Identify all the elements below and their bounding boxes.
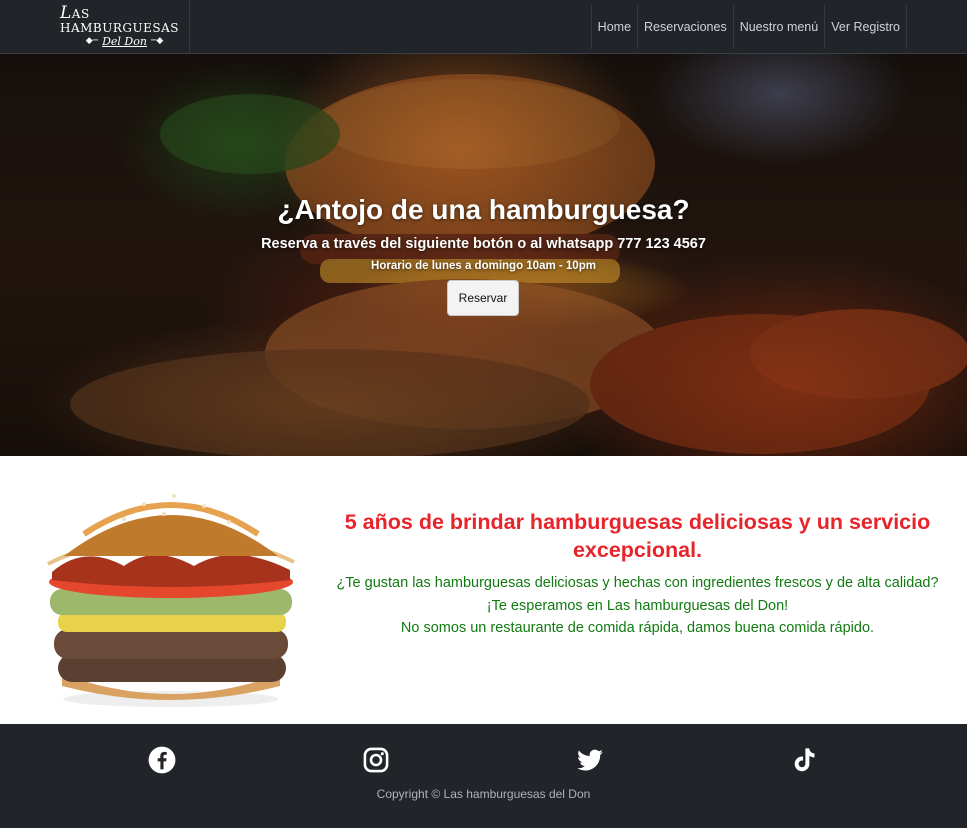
tiktok-icon[interactable]	[790, 746, 818, 774]
about-line-3: No somos un restaurante de comida rápida…	[400, 620, 875, 636]
burger-image	[47, 494, 295, 707]
facebook-icon[interactable]	[148, 746, 176, 774]
about-text: 5 años de brindar hamburguesas deliciosa…	[330, 508, 945, 640]
nav-reservaciones-link[interactable]: Reservaciones	[637, 5, 733, 49]
hero-background-image	[70, 74, 967, 456]
about-line-2: ¡Te esperamos en Las hamburguesas del Do…	[486, 597, 789, 614]
nav-registro-link[interactable]: Ver Registro	[824, 5, 907, 49]
main-nav: Home Reservaciones Nuestro menú Ver Regi…	[590, 5, 907, 49]
nav-home-link[interactable]: Home	[590, 5, 637, 49]
footer: Copyright © Las hamburguesas del Don	[0, 724, 967, 828]
about-section: 5 años de brindar hamburguesas deliciosa…	[0, 456, 967, 724]
instagram-icon[interactable]	[362, 746, 390, 774]
twitter-icon[interactable]	[576, 746, 604, 774]
navbar: Las hamburguesas ◆─ Del Don ─◆ Home Reserv…	[0, 0, 967, 54]
about-paragraph: ¿Te gustan las hamburguesas deliciosas y…	[330, 572, 945, 640]
nav-menu-link[interactable]: Nuestro menú	[732, 5, 825, 49]
brand-line-2: ◆─ Del Don ─◆	[85, 34, 164, 48]
hero-title: ¿Antojo de una hamburguesa?	[277, 194, 690, 225]
about-line-1: ¿Te gustan las hamburguesas deliciosas y…	[336, 575, 939, 591]
brand-line-1: Las hamburguesas	[60, 2, 179, 35]
copyright-text: Copyright © Las hamburguesas del Don	[376, 787, 591, 801]
reservar-button[interactable]: Reservar	[447, 280, 519, 316]
brand-logo[interactable]: Las hamburguesas ◆─ Del Don ─◆	[60, 0, 190, 53]
hero-hours: Horario de lunes a domingo 10am - 10pm	[371, 260, 596, 272]
about-heading: 5 años de brindar hamburguesas deliciosa…	[344, 510, 931, 562]
hero-banner: ¿Antojo de una hamburguesa? Reserva a tr…	[0, 54, 967, 456]
hero-subtitle: Reserva a través del siguiente botón o a…	[261, 236, 706, 252]
